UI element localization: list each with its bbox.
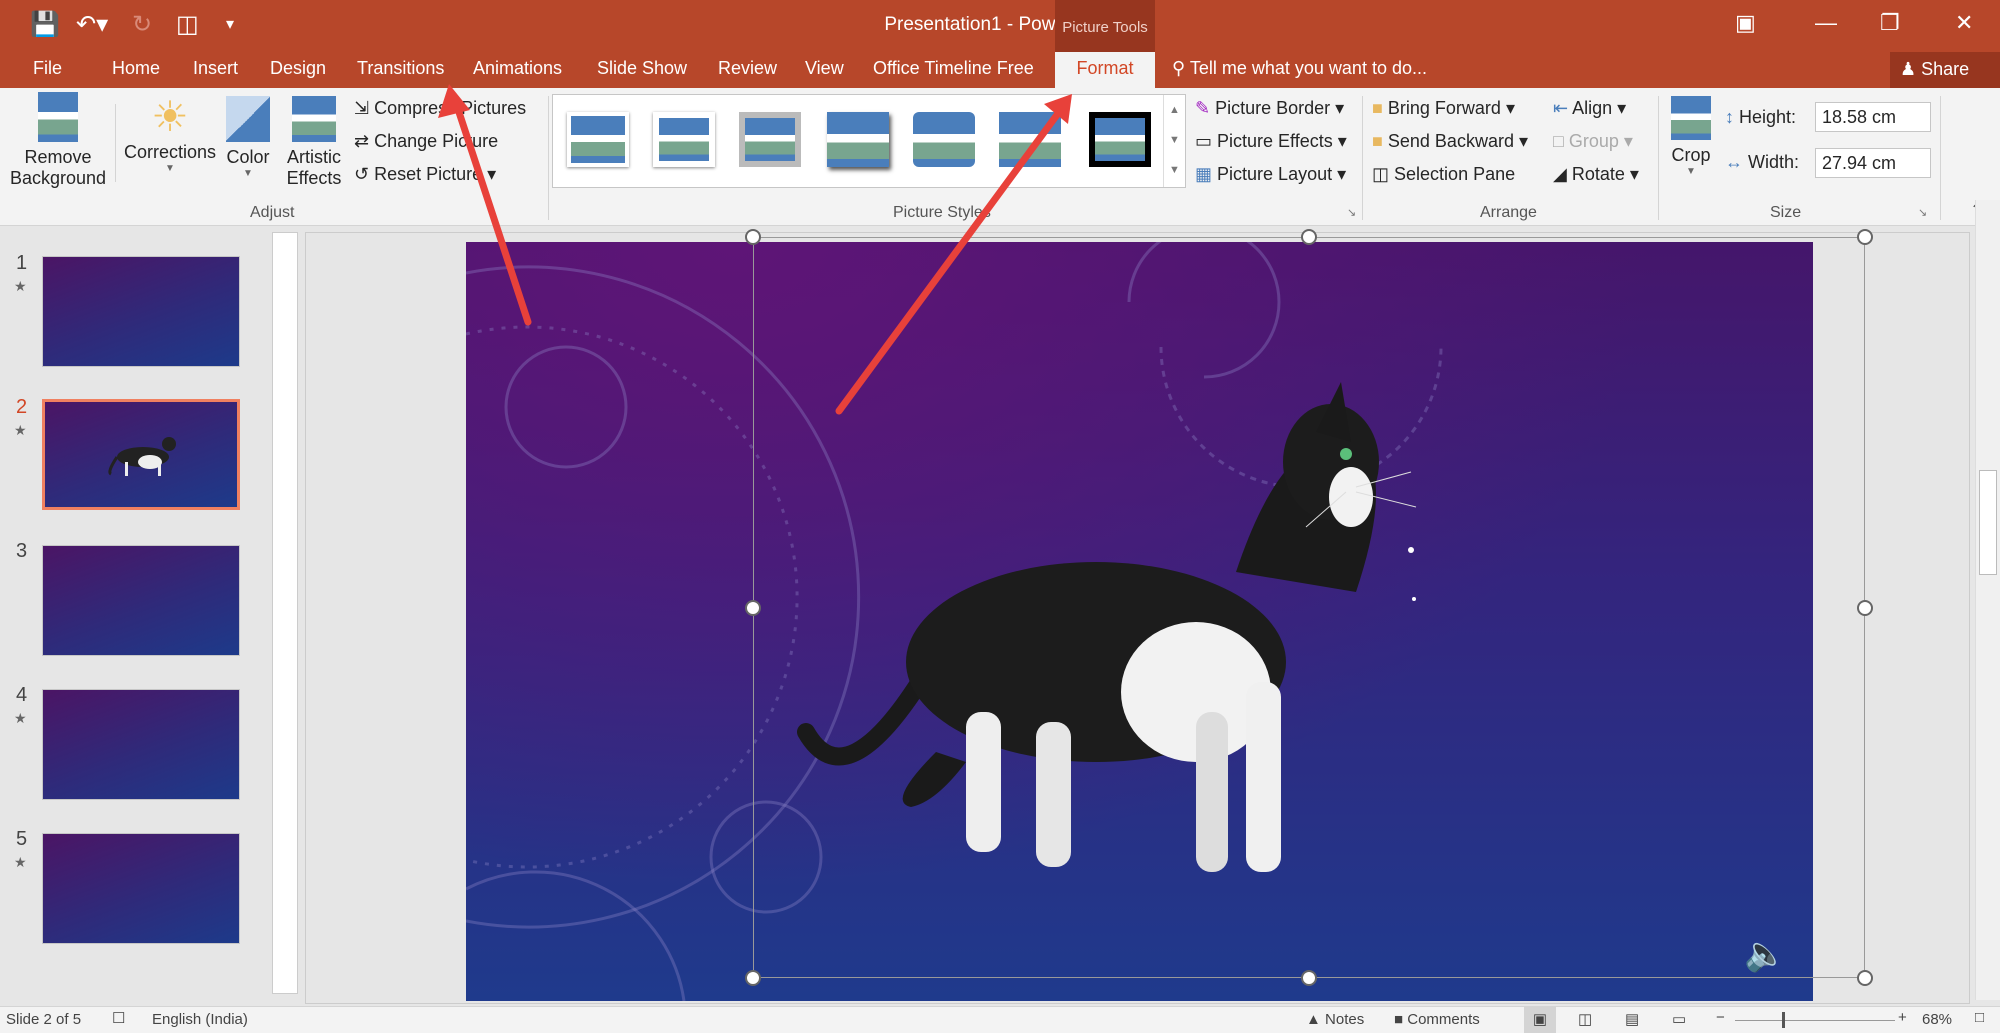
annotation-arrows — [438, 84, 1072, 415]
comments-label: Comments — [1407, 1011, 1480, 1028]
spellcheck-icon[interactable]: ☐ — [112, 1009, 125, 1027]
slideshow-view-icon[interactable]: ▭ — [1672, 1010, 1686, 1028]
reading-view-icon[interactable]: ▤ — [1625, 1010, 1639, 1028]
zoom-slider-thumb[interactable] — [1782, 1012, 1785, 1028]
slide-count: Slide 2 of 5 — [6, 1011, 82, 1028]
zoom-in-icon[interactable]: + — [1898, 1009, 1907, 1026]
fit-to-window-icon[interactable]: □ — [1975, 1009, 1984, 1026]
zoom-slider[interactable] — [1735, 1020, 1895, 1021]
normal-view-icon[interactable]: ▣ — [1524, 1007, 1556, 1033]
notes-label: Notes — [1325, 1011, 1365, 1028]
language-indicator[interactable]: English (India) — [152, 1011, 248, 1028]
notes-button[interactable]: ▲ Notes — [1306, 1011, 1364, 1028]
zoom-level[interactable]: 68% — [1922, 1011, 1952, 1028]
arrow-to-compress-pictures — [451, 96, 532, 326]
vertical-scrollbar[interactable] — [1975, 200, 2000, 1000]
arrow-to-format-tab — [835, 104, 1066, 415]
scrollbar-thumb[interactable] — [1979, 470, 1997, 575]
status-bar: Slide 2 of 5 ☐ English (India) ▲ Notes ■… — [0, 1006, 2000, 1033]
comments-button[interactable]: ■ Comments — [1394, 1011, 1480, 1028]
zoom-out-icon[interactable]: − — [1716, 1009, 1725, 1026]
slide-sorter-icon[interactable]: ◫ — [1578, 1010, 1592, 1028]
